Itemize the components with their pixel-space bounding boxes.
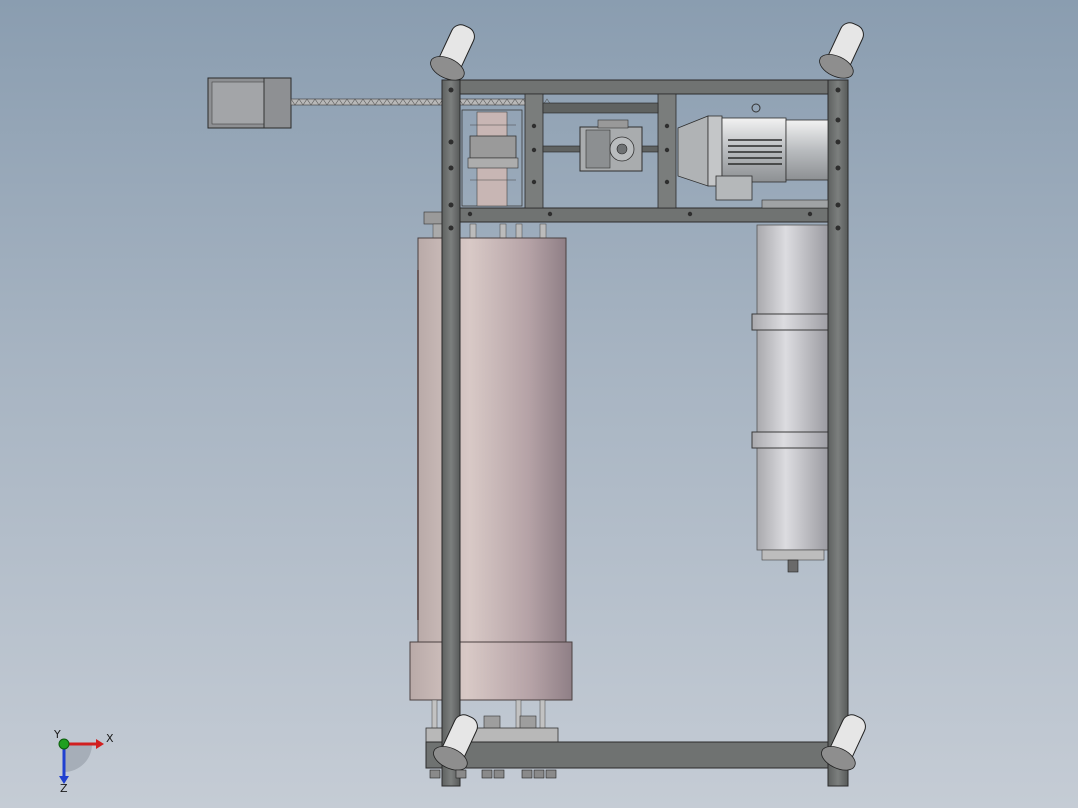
y-axis-label: Y [53,728,61,741]
cad-viewport[interactable] [0,0,1078,808]
lead-screw [290,98,552,106]
z-axis-label: Z [60,782,68,792]
caster-top-right [819,22,864,79]
oil-tank [751,224,833,573]
gear-reducer [579,119,643,172]
stepper-motor [207,77,292,129]
caster-top-left [430,24,475,81]
orientation-triad: X Y Z [53,728,114,792]
electric-motor [677,103,829,209]
spindle-assembly [461,109,523,207]
x-axis-label: X [106,732,114,745]
hydraulic-cylinder [409,211,573,743]
